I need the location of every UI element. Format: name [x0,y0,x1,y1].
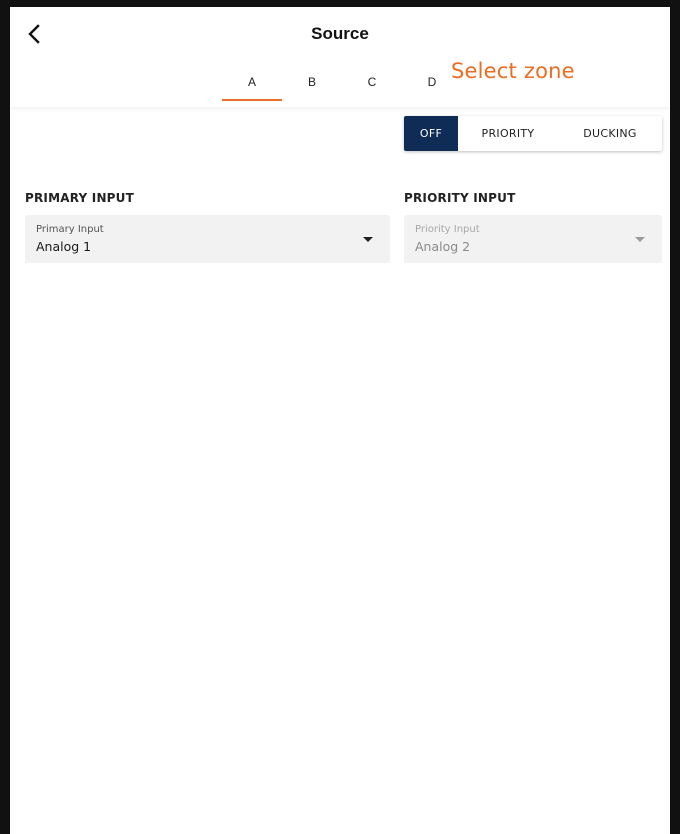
mode-ducking-button[interactable]: DUCKING [558,116,662,151]
primary-input-select[interactable]: Primary Input Analog 1 [25,215,390,263]
select-zone-hint: Select zone [451,59,575,83]
dropdown-arrow-icon [635,237,645,242]
mode-toggle-group: OFF PRIORITY DUCKING [404,116,662,151]
priority-input-label: Priority Input [415,224,480,235]
tab-b[interactable]: B [282,65,342,101]
mode-priority-button[interactable]: PRIORITY [458,116,558,151]
tab-a[interactable]: A [222,65,282,101]
device-frame: Source A B C D Select zone OFF PRIORITY … [0,0,680,834]
dropdown-arrow-icon [363,237,373,242]
primary-input-value: Analog 1 [36,239,92,254]
priority-input-heading: PRIORITY INPUT [404,191,516,205]
mode-off-button[interactable]: OFF [404,116,458,151]
priority-input-select[interactable]: Priority Input Analog 2 [404,215,662,263]
primary-input-heading: PRIMARY INPUT [25,191,135,205]
priority-input-value: Analog 2 [415,239,471,254]
tab-c[interactable]: C [342,65,402,101]
primary-input-label: Primary Input [36,224,104,235]
page-title: Source [311,24,369,43]
top-app-bar: Source A B C D Select zone [10,7,670,107]
